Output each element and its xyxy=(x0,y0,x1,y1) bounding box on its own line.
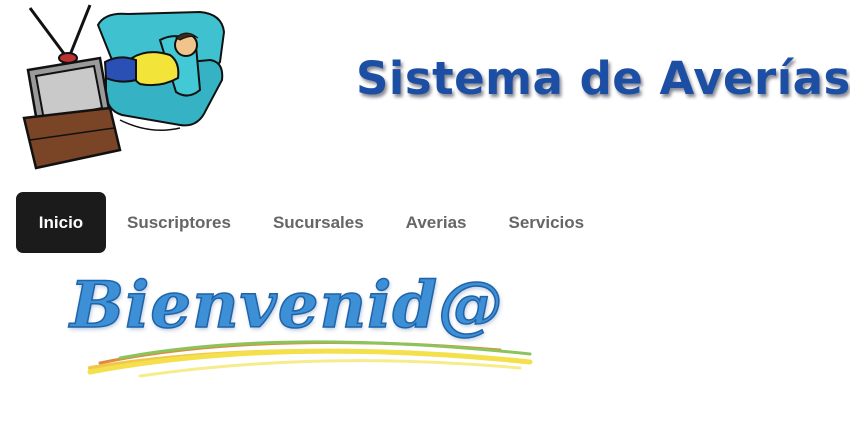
tv-couch-icon xyxy=(22,4,226,170)
nav-item-servicios[interactable]: Servicios xyxy=(487,192,605,253)
page: Sistema de Averías Inicio Suscriptores S… xyxy=(0,0,850,428)
welcome-heading: Bienvenid@ xyxy=(69,267,504,344)
nav-item-suscriptores[interactable]: Suscriptores xyxy=(106,192,252,253)
nav-item-averias[interactable]: Averias xyxy=(385,192,488,253)
nav-item-sucursales[interactable]: Sucursales xyxy=(252,192,385,253)
nav-item-inicio[interactable]: Inicio xyxy=(16,192,106,253)
site-title: Sistema de Averías xyxy=(356,52,850,105)
welcome-banner: Bienvenid@ xyxy=(60,267,560,388)
main-nav: Inicio Suscriptores Sucursales Averias S… xyxy=(16,192,605,253)
